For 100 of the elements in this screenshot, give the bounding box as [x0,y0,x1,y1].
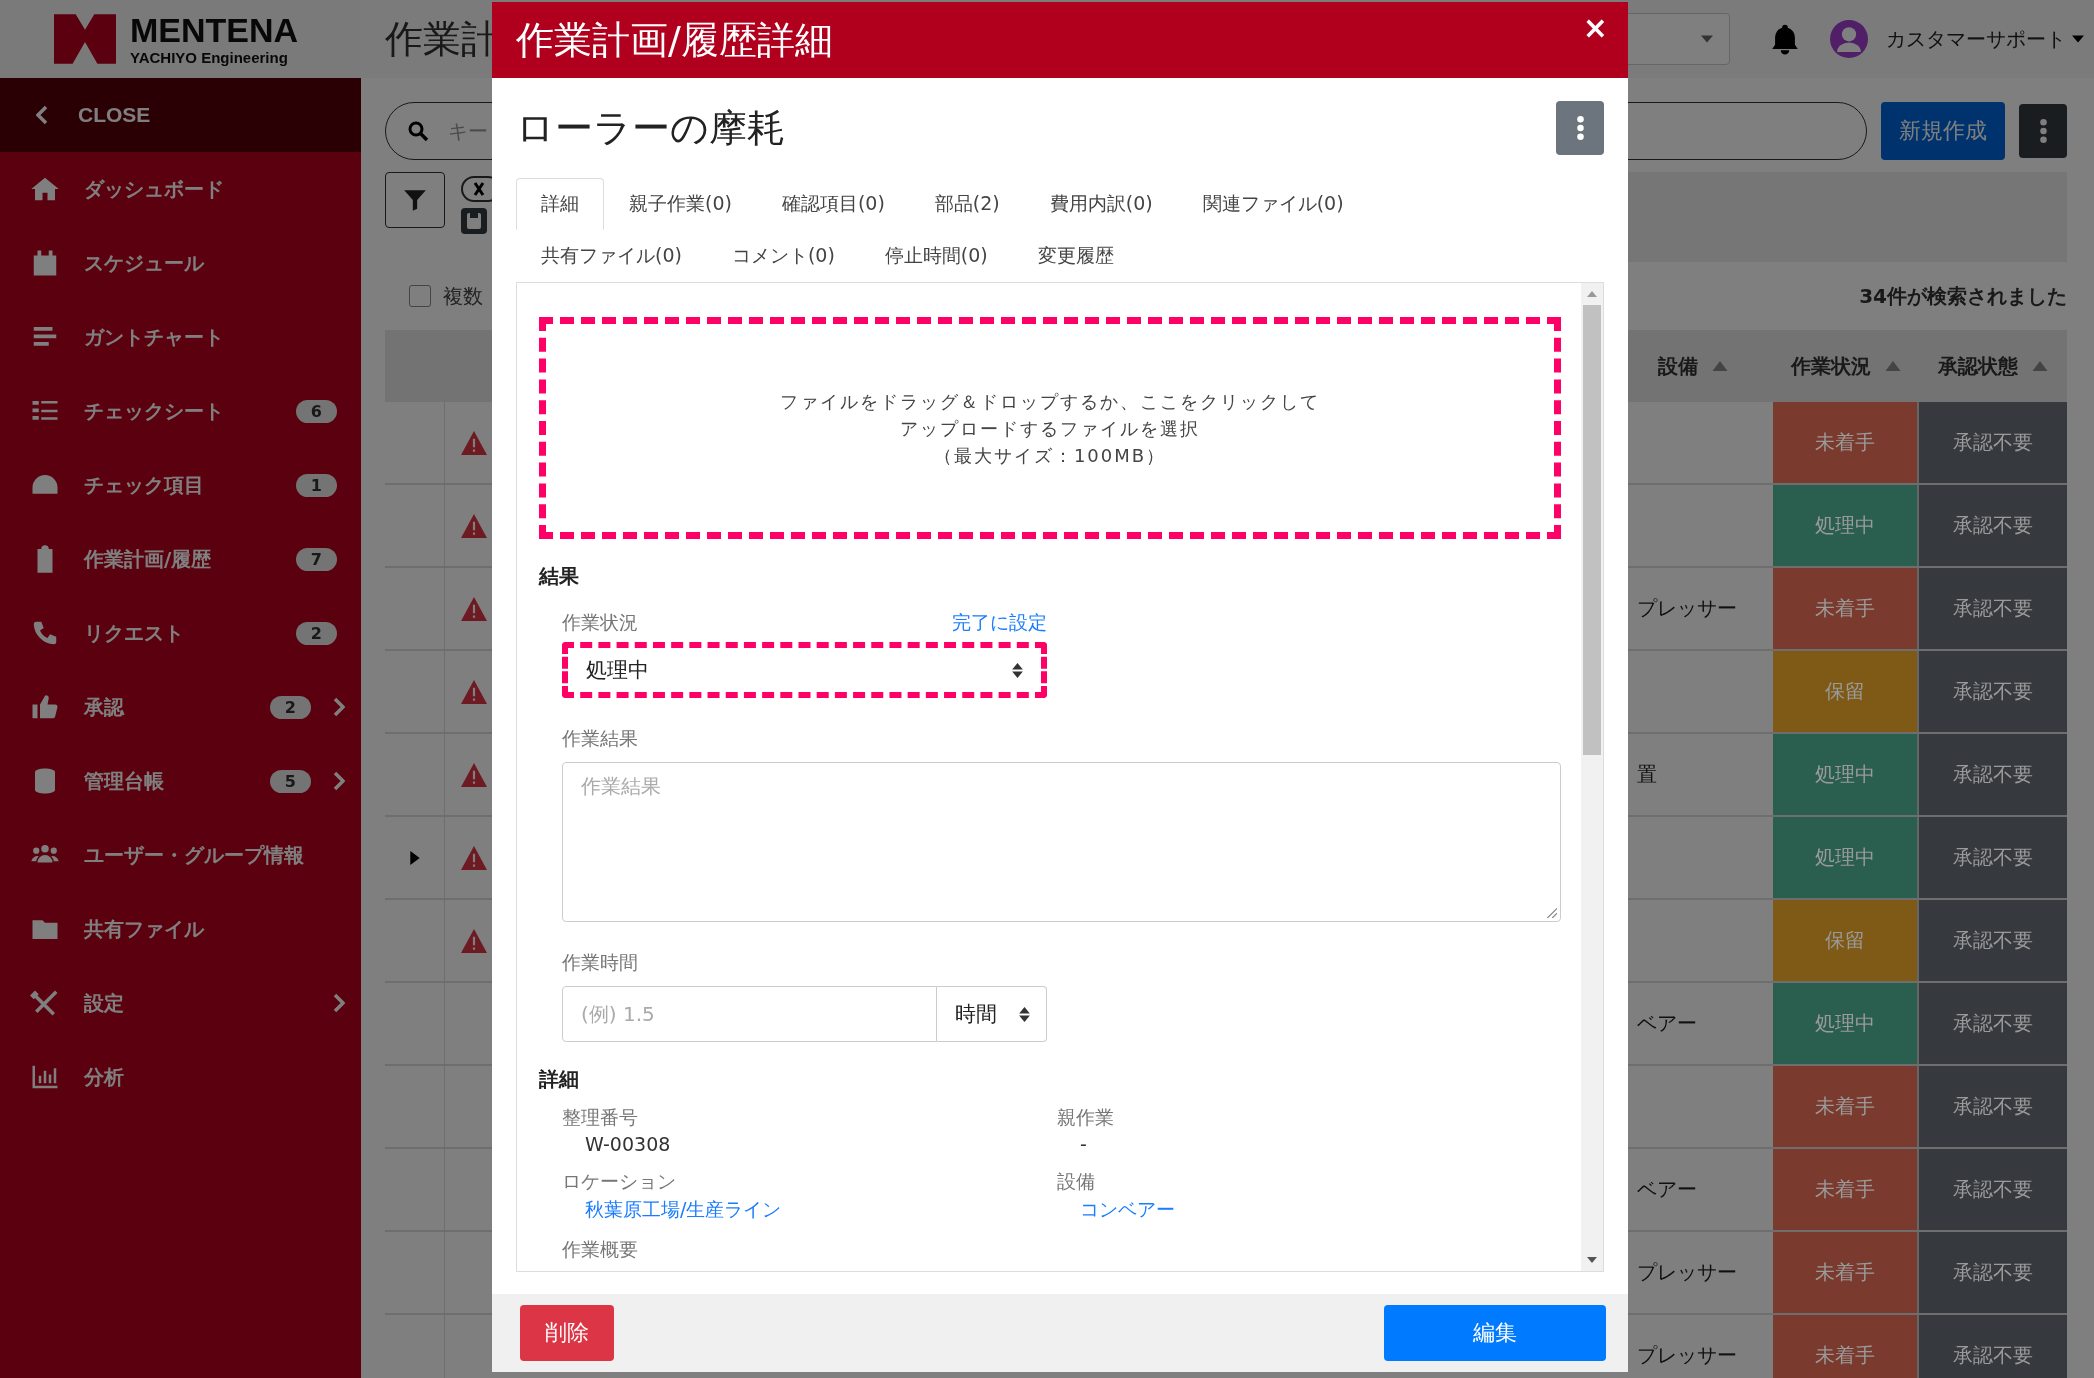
drop-zone-text: アップロードするファイルを選択 [900,416,1200,441]
expand-caret-icon[interactable] [409,850,420,865]
tools-icon [30,988,60,1018]
drop-zone-text: （最大サイズ：100MB） [933,443,1167,468]
count-badge: 1 [295,473,337,497]
sidebar-item[interactable]: チェック項目 1 [0,448,361,522]
brand-name: MENTENA [130,13,299,47]
sort-icon [1885,361,1901,371]
status-cell: 処理中 [1773,817,1919,898]
chevron-left-icon [36,105,48,125]
scroll-down-icon[interactable] [1587,1257,1597,1263]
sidebar-item[interactable]: 承認 2 [0,670,361,744]
sidebar-item[interactable]: ダッシュボード [0,152,361,226]
column-header[interactable]: 承認状態 [1919,352,2067,380]
field-link[interactable]: 秋葉原工場/生産ライン [562,1197,1057,1223]
file-drop-zone[interactable]: ファイルをドラッグ＆ドロップするか、ここをクリックして アップロードするファイルを選択 （最大サイズ：100MB） [539,317,1561,539]
approval-cell: 承認不要 [1919,651,2067,732]
unit-select[interactable]: 時間 [937,986,1047,1042]
edit-button[interactable]: 編集 [1384,1305,1606,1361]
brand-subtitle: YACHIYO Engineering [130,50,289,65]
count-badge: 2 [269,695,311,719]
status-cell: 未着手 [1773,402,1919,483]
field-label: 作業時間 [562,950,639,975]
sidebar-item[interactable]: チェックシート 6 [0,374,361,448]
result-textarea[interactable]: 作業結果 [562,762,1561,922]
tab[interactable]: 費用内訳(0) [1024,178,1178,230]
field-link[interactable]: コンベアー [1057,1197,1561,1223]
field-label: 作業結果 [562,726,639,751]
section-heading: 結果 [539,563,580,590]
sidebar-item[interactable]: 設定 [0,966,361,1040]
table-cell: プレッサー [1637,1342,1737,1369]
field-label: 整理番号 [562,1105,639,1130]
delete-button[interactable]: 削除 [520,1305,614,1361]
status-cell: 処理中 [1773,485,1919,566]
new-button[interactable]: 新規作成 [1881,102,2005,160]
sidebar-label: チェック項目 [84,471,205,499]
search-icon [406,119,430,143]
sidebar-label: チェックシート [84,397,225,425]
save-icon[interactable] [461,208,487,234]
field-label: ロケーション [562,1169,677,1194]
approval-cell: 承認不要 [1919,1149,2067,1230]
sidebar-item[interactable]: ガントチャート [0,300,361,374]
set-complete-link[interactable]: 完了に設定 [952,610,1047,636]
sidebar-label: 共有ファイル [84,915,206,943]
approval-cell: 承認不要 [1919,485,2067,566]
status-cell: 保留 [1773,900,1919,981]
time-input[interactable]: (例) 1.5 [562,986,937,1042]
approval-cell: 承認不要 [1919,1232,2067,1313]
tab[interactable]: 親子作業(0) [604,178,757,230]
tab[interactable]: 部品(2) [909,178,1025,230]
count-badge: 7 [295,547,337,571]
tab[interactable]: 停止時間(0) [859,230,1013,282]
close-button[interactable]: × [1576,10,1614,45]
multi-select-checkbox[interactable]: 複数 [385,282,483,310]
filter-button[interactable] [385,172,445,228]
field-label: 設備 [1057,1169,1096,1194]
sidebar-item[interactable]: 管理台帳 5 [0,744,361,818]
more-icon [2039,119,2047,143]
scrollbar[interactable] [1581,283,1603,1271]
sidebar-label: 承認 [84,693,126,721]
caret-icon [1701,35,1713,43]
count-badge: 2 [295,621,337,645]
page-title: 作業計 [385,15,499,63]
sidebar-item[interactable]: 作業計画/履歴 7 [0,522,361,596]
field-label: 作業概要 [562,1237,639,1262]
user-menu-button[interactable]: カスタマーサポート [1886,25,2084,53]
status-cell: 未着手 [1773,568,1919,649]
status-cell: 未着手 [1773,1315,1919,1378]
avatar-icon[interactable] [1830,20,1868,58]
record-title: ローラーの摩耗 [516,104,785,152]
column-header[interactable]: 設備 [1613,352,1773,380]
more-button[interactable] [1556,101,1604,155]
sidebar-item[interactable]: スケジュール [0,226,361,300]
approval-cell: 承認不要 [1919,734,2067,815]
modal-title: 作業計画/履歴詳細 [516,16,833,64]
tab[interactable]: 詳細 [516,178,604,230]
scroll-up-icon[interactable] [1587,291,1597,297]
sidebar-item[interactable]: ユーザー・グループ情報 [0,818,361,892]
sidebar-item[interactable]: リクエスト 2 [0,596,361,670]
sidebar-item[interactable]: 分析 [0,1040,361,1114]
column-header[interactable]: 作業状況 [1773,352,1919,380]
sort-icon [2032,361,2048,371]
more-button[interactable] [2019,104,2067,158]
tab[interactable]: 確認項目(0) [756,178,910,230]
tab[interactable]: 変更履歴 [1012,230,1139,282]
tab[interactable]: 共有ファイル(0) [516,230,707,282]
sidebar-label: スケジュール [84,249,206,277]
table-cell: ベアー [1637,1176,1697,1203]
approval-cell: 承認不要 [1919,1066,2067,1147]
count-badge: 5 [269,769,311,793]
sidebar-label: 設定 [84,989,125,1017]
status-select[interactable]: 処理中 [562,642,1047,698]
sidebar-label: 管理台帳 [84,767,165,795]
close-sidebar-button[interactable]: CLOSE [0,78,361,152]
section-heading: 詳細 [539,1066,580,1093]
tab[interactable]: 関連ファイル(0) [1177,178,1369,230]
sidebar-item[interactable]: 共有ファイル [0,892,361,966]
sidebar-label: 作業計画/履歴 [84,545,213,573]
drop-zone-text: ファイルをドラッグ＆ドロップするか、ここをクリックして [780,389,1320,414]
tab[interactable]: コメント(0) [706,230,860,282]
